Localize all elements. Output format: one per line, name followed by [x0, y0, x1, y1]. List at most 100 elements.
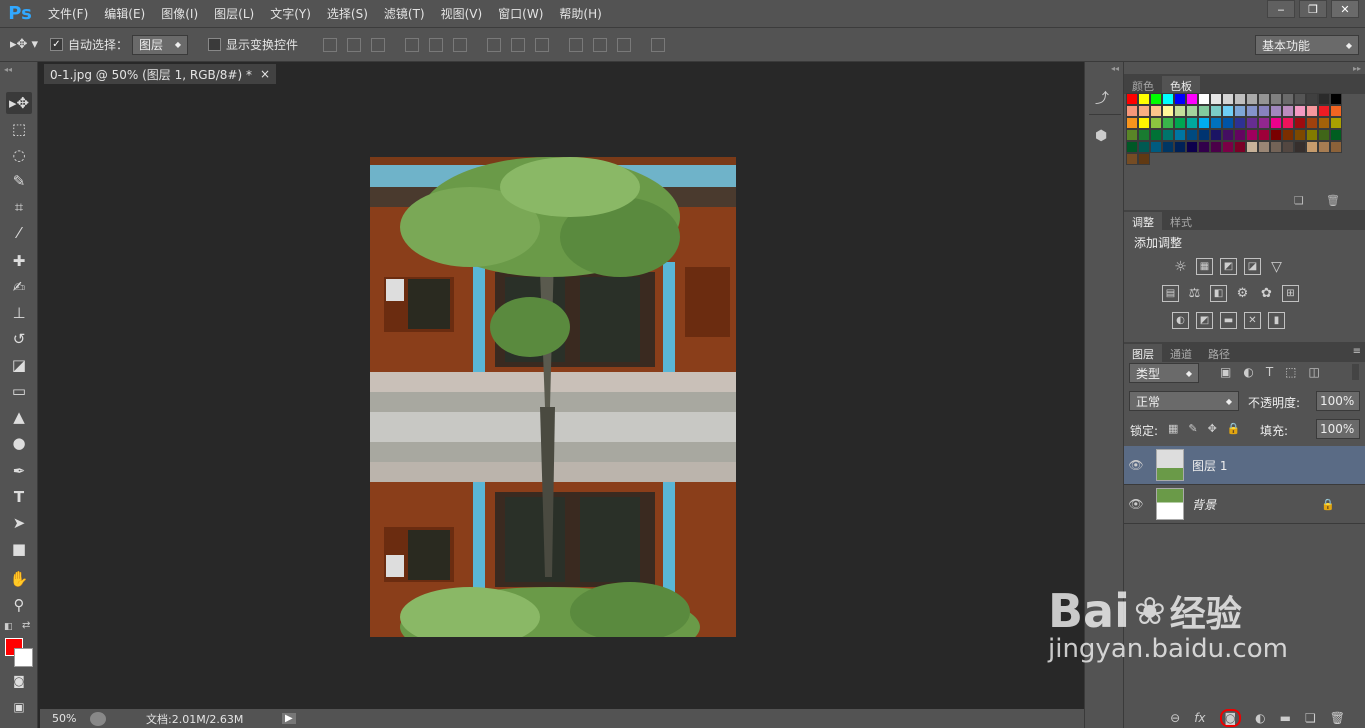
swatch[interactable] [1210, 117, 1222, 129]
color-lookup-icon[interactable]: ⊞ [1282, 285, 1299, 302]
show-transform-checkbox[interactable] [208, 38, 222, 51]
background-color-swatch[interactable] [14, 648, 33, 667]
swatch[interactable] [1186, 129, 1198, 141]
swatch[interactable] [1174, 129, 1186, 141]
swatch[interactable] [1270, 117, 1282, 129]
tab-styles[interactable]: 样式 [1162, 212, 1200, 230]
distribute-bottom-icon[interactable] [535, 37, 550, 52]
shape-filter-icon[interactable]: ⬚ [1285, 365, 1296, 379]
swatch[interactable] [1162, 117, 1174, 129]
menu-item-7[interactable]: 视图(V) [433, 0, 491, 28]
align-hcenter-icon[interactable] [429, 37, 444, 52]
swatch[interactable] [1330, 117, 1342, 129]
smart-object-filter-icon[interactable]: ◫ [1309, 365, 1320, 379]
swatch[interactable] [1210, 141, 1222, 153]
swatch[interactable] [1294, 105, 1306, 117]
swatch[interactable] [1294, 141, 1306, 153]
align-bottom-icon[interactable] [371, 37, 386, 52]
exposure-icon[interactable]: ◪ [1244, 258, 1261, 275]
history-brush-tool-icon[interactable]: ↺ [6, 328, 32, 350]
tab-color[interactable]: 颜色 [1124, 76, 1162, 94]
swatch[interactable] [1222, 105, 1234, 117]
history-panel-icon[interactable]: ⤴ [1095, 88, 1115, 108]
auto-select-checkbox[interactable]: ✓ [50, 38, 63, 51]
auto-select-dropdown[interactable]: 图层 ◆ [132, 34, 189, 55]
swatch[interactable] [1258, 105, 1270, 117]
tab-paths[interactable]: 路径 [1200, 344, 1238, 362]
distribute-left-icon[interactable] [569, 37, 584, 52]
distribute-right-icon[interactable] [617, 37, 632, 52]
swatch[interactable] [1270, 105, 1282, 117]
layers-panel-menu-icon[interactable]: ≡ [1353, 346, 1361, 357]
pixel-filter-icon[interactable]: ▣ [1220, 365, 1231, 379]
menu-item-4[interactable]: 文字(Y) [262, 0, 319, 28]
swatch[interactable] [1174, 141, 1186, 153]
swatch[interactable] [1258, 93, 1270, 105]
swatch[interactable] [1138, 129, 1150, 141]
fill-input[interactable]: 100% [1316, 419, 1360, 439]
type-tool-icon[interactable]: T [6, 486, 32, 508]
eyedropper-tool-icon[interactable]: ⁄ [6, 222, 32, 244]
swatch[interactable] [1198, 105, 1210, 117]
crop-tool-icon[interactable]: ⌗ [6, 196, 32, 218]
swatch[interactable] [1126, 153, 1138, 165]
link-layers-icon[interactable]: ⊖ [1170, 711, 1180, 725]
swatch[interactable] [1234, 129, 1246, 141]
collapse-arrows-icon[interactable]: ◂◂ [4, 65, 12, 74]
distribute-vcenter-icon[interactable] [511, 37, 526, 52]
blend-mode-dropdown[interactable]: 正常 ◆ [1129, 391, 1239, 411]
align-top-icon[interactable] [323, 37, 338, 52]
zoom-tool-icon[interactable]: ⚲ [6, 594, 32, 616]
menu-item-0[interactable]: 文件(F) [40, 0, 96, 28]
gradient-map-icon[interactable]: ▮ [1268, 312, 1285, 329]
swatch[interactable] [1318, 93, 1330, 105]
swatch[interactable] [1306, 93, 1318, 105]
swatch[interactable] [1186, 93, 1198, 105]
swatch[interactable] [1258, 117, 1270, 129]
rectangle-tool-icon[interactable]: ■ [6, 538, 32, 560]
swatch[interactable] [1246, 117, 1258, 129]
screen-mode-icon[interactable]: ▣ [6, 696, 32, 718]
swatch[interactable] [1258, 129, 1270, 141]
visibility-eye-icon[interactable]: 👁 [1124, 458, 1148, 472]
swatch[interactable] [1138, 141, 1150, 153]
align-vcenter-icon[interactable] [347, 37, 362, 52]
swatch[interactable] [1330, 141, 1342, 153]
lock-transparent-icon[interactable]: ▦ [1168, 422, 1178, 435]
default-colors-icon[interactable]: ◧ [4, 622, 13, 632]
swatch[interactable] [1270, 129, 1282, 141]
swatch[interactable] [1198, 117, 1210, 129]
swatch[interactable] [1306, 105, 1318, 117]
menu-item-8[interactable]: 窗口(W) [490, 0, 551, 28]
swatch[interactable] [1330, 93, 1342, 105]
swatch[interactable] [1186, 117, 1198, 129]
brush-tool-icon[interactable]: ✍ [6, 276, 32, 298]
swatch[interactable] [1306, 129, 1318, 141]
swatch[interactable] [1318, 141, 1330, 153]
menu-item-2[interactable]: 图像(I) [153, 0, 206, 28]
adjustment-filter-icon[interactable]: ◐ [1243, 365, 1253, 379]
swatch[interactable] [1306, 117, 1318, 129]
swatch[interactable] [1198, 129, 1210, 141]
close-tab-icon[interactable]: × [260, 67, 270, 81]
menu-item-1[interactable]: 编辑(E) [96, 0, 153, 28]
quick-selection-tool-icon[interactable]: ✎ [6, 170, 32, 192]
swatch[interactable] [1174, 93, 1186, 105]
swatch[interactable] [1282, 117, 1294, 129]
swatch[interactable] [1210, 93, 1222, 105]
swatch[interactable] [1186, 141, 1198, 153]
menu-item-5[interactable]: 选择(S) [319, 0, 376, 28]
swatch[interactable] [1234, 105, 1246, 117]
visibility-eye-icon[interactable]: 👁 [1124, 497, 1148, 511]
lock-pixels-icon[interactable]: ✎ [1188, 422, 1197, 435]
swatch[interactable] [1198, 93, 1210, 105]
menu-item-9[interactable]: 帮助(H) [551, 0, 609, 28]
swatch[interactable] [1162, 105, 1174, 117]
swatch[interactable] [1246, 141, 1258, 153]
swatch[interactable] [1294, 129, 1306, 141]
auto-align-icon[interactable] [651, 37, 666, 52]
move-tool-preset-icon[interactable]: ▸✥ ▾ [10, 37, 50, 52]
swatch[interactable] [1306, 141, 1318, 153]
tab-adjustments[interactable]: 调整 [1124, 212, 1162, 230]
align-left-icon[interactable] [405, 37, 420, 52]
